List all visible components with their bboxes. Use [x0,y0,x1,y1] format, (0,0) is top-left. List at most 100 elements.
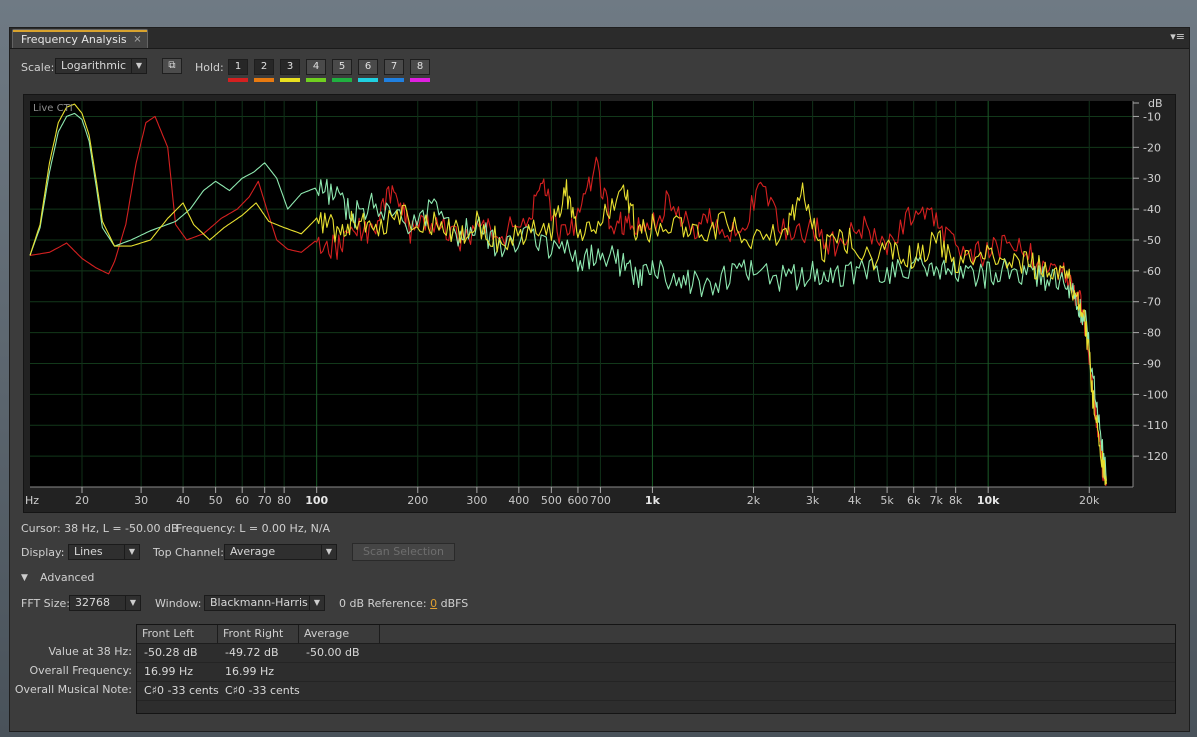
hold-button-2[interactable]: 2 [254,59,274,75]
display-dropdown[interactable]: Lines ▼ [68,544,140,560]
fft-size-label: FFT Size: [21,597,70,610]
x-tick-label: 80 [277,494,291,507]
x-tick-label: 400 [508,494,529,507]
y-tick-label: -40 [1143,203,1161,216]
x-tick-label: 6k [907,494,921,507]
row-divider [137,700,1175,701]
fft-size-dropdown[interactable]: 32768 ▼ [69,595,141,611]
y-tick-label: -100 [1143,388,1168,401]
scale-value: Logarithmic [61,59,127,72]
x-tick-label: 70 [258,494,272,507]
hold-color-swatch-1 [228,78,248,82]
fft-size-value: 32768 [75,596,110,609]
x-tick-label: 100 [305,494,328,507]
x-tick-label: 8k [949,494,963,507]
x-tick-label: 1k [645,494,661,507]
window-value: Blackmann-Harris [210,596,308,609]
table-cell: -50.00 dB [306,646,360,659]
x-tick-label: 20 [75,494,89,507]
panel-menu-icon[interactable]: ▾≡ [1170,30,1185,43]
x-tick-label: 30 [134,494,148,507]
hz-unit-label: Hz [25,494,39,507]
tab-accent [13,30,147,32]
top-channel-dropdown[interactable]: Average ▼ [224,544,337,560]
y-tick-label: -20 [1143,141,1161,154]
hold-button-1[interactable]: 1 [228,59,248,75]
hold-button-8[interactable]: 8 [410,59,430,75]
hold-color-swatch-4 [306,78,326,82]
x-tick-label: 600 [567,494,588,507]
scale-label: Scale: [21,61,55,74]
y-tick-label: -80 [1143,327,1161,340]
db-reference-label: 0 dB Reference: [339,597,427,610]
table-cell: 16.99 Hz [225,665,275,678]
y-tick-label: -50 [1143,234,1161,247]
plot-area [30,101,1133,487]
y-tick-label: -120 [1143,450,1168,463]
y-tick-label: -90 [1143,357,1161,370]
column-header-front-left[interactable]: Front Left [137,625,218,643]
x-tick-label: 7k [929,494,943,507]
y-tick-label: -30 [1143,172,1161,185]
row-divider [137,662,1175,663]
hold-color-swatch-5 [332,78,352,82]
copy-icon: ⧉ [168,60,176,71]
x-tick-label: 5k [880,494,894,507]
table-cell: -49.72 dB [225,646,279,659]
display-label: Display: [21,546,65,559]
db-unit-label: dB [1148,97,1163,110]
panel-tab-bar: Frequency Analysis × ▾≡ [10,28,1189,49]
hold-color-swatch-2 [254,78,274,82]
x-tick-label: 10k [977,494,1000,507]
hold-label: Hold: [195,61,224,74]
analysis-table: Front Left Front Right Average -50.28 dB… [136,624,1176,714]
column-header-front-right[interactable]: Front Right [218,625,299,643]
window-dropdown[interactable]: Blackmann-Harris ▼ [204,595,325,611]
hold-color-swatch-3 [280,78,300,82]
spectrum-graph[interactable]: -10 -20 -30 -40 -50 -60 -70 -80 -90 -100 -110 -120 d… [23,94,1176,513]
x-tick-label: 2k [747,494,761,507]
row-label: Value at 38 Hz: [48,645,133,658]
hold-button-6[interactable]: 6 [358,59,378,75]
hold-button-5[interactable]: 5 [332,59,352,75]
scan-selection-button[interactable]: Scan Selection [352,543,455,561]
row-label: Overall Musical Note: [14,683,132,696]
chevron-down-icon: ▼ [321,545,336,559]
chevron-down-icon: ▼ [309,596,324,610]
x-tick-label: 3k [806,494,820,507]
cursor-readout: Cursor: 38 Hz, L = -50.00 dB [21,522,179,535]
column-header-average[interactable]: Average [299,625,380,643]
advanced-toggle-icon[interactable]: ▼ [21,573,28,583]
db-reference-value[interactable]: 0 [430,597,437,610]
hold-color-swatch-6 [358,78,378,82]
db-reference-unit: dBFS [440,597,469,610]
top-channel-value: Average [230,545,276,558]
hold-color-swatch-7 [384,78,404,82]
x-tick-label: 60 [235,494,249,507]
chevron-down-icon: ▼ [125,596,140,610]
tab-frequency-analysis[interactable]: Frequency Analysis × [12,29,148,48]
scale-dropdown[interactable]: Logarithmic ▼ [55,58,147,74]
display-value: Lines [74,545,103,558]
y-tick-label: -70 [1143,296,1161,309]
copy-to-clipboard-button[interactable]: ⧉ [162,58,182,74]
x-tick-label: 4k [848,494,862,507]
window-label: Window: [155,597,202,610]
hold-button-4[interactable]: 4 [306,59,326,75]
y-tick-label: -10 [1143,110,1161,123]
db-reference-group: 0 dB Reference: 0 dBFS [339,597,468,610]
top-channel-label: Top Channel: [153,546,224,559]
hold-button-7[interactable]: 7 [384,59,404,75]
chevron-down-icon: ▼ [131,59,146,73]
x-tick-label: 50 [209,494,223,507]
frequency-readout: Frequency: L = 0.00 Hz, N/A [176,522,331,535]
hold-button-3[interactable]: 3 [280,59,300,75]
table-cell: C♯0 -33 cents [225,684,300,697]
hold-color-swatch-8 [410,78,430,82]
tab-title: Frequency Analysis [21,33,127,46]
close-icon[interactable]: × [133,30,141,49]
chevron-down-icon: ▼ [124,545,139,559]
frequency-analysis-panel: Frequency Analysis × ▾≡ Scale: Logarithm… [9,27,1190,732]
x-tick-label: 300 [466,494,487,507]
advanced-label[interactable]: Advanced [40,571,94,584]
